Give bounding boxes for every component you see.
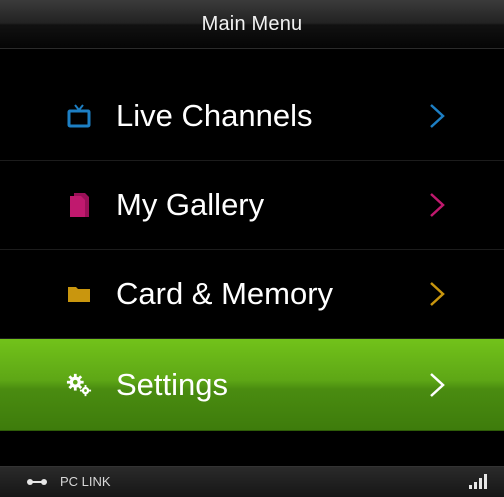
gears-icon	[66, 372, 92, 398]
chevron-right-icon	[430, 282, 445, 306]
chevron-right-icon	[430, 372, 445, 397]
gallery-icon	[66, 192, 92, 218]
menu-item-label: Settings	[116, 366, 229, 402]
signal-strength-icon	[469, 474, 487, 489]
title-bar: Main Menu	[0, 0, 504, 49]
pc-link-label: PC LINK	[60, 474, 111, 489]
menu-item-card-memory[interactable]: Card & Memory	[0, 250, 504, 339]
menu-item-label: Card & Memory	[116, 276, 334, 311]
chevron-right-icon	[430, 193, 445, 217]
chevron-right-icon	[430, 104, 445, 128]
main-menu-list: Live Channels My Gallery Card & Memory S…	[0, 72, 504, 431]
usb-link-icon	[27, 479, 47, 485]
folder-icon	[66, 281, 92, 307]
tv-icon	[66, 103, 92, 129]
status-bar: PC LINK	[0, 466, 504, 497]
main-menu-screen: Main Menu Live Channels My Gallery Card …	[0, 0, 504, 497]
page-title: Main Menu	[201, 12, 303, 35]
menu-item-label: Live Channels	[116, 98, 313, 133]
menu-item-live-channels[interactable]: Live Channels	[0, 72, 504, 161]
menu-item-settings[interactable]: Settings	[0, 339, 504, 431]
menu-item-my-gallery[interactable]: My Gallery	[0, 161, 504, 250]
menu-item-label: My Gallery	[116, 187, 265, 222]
